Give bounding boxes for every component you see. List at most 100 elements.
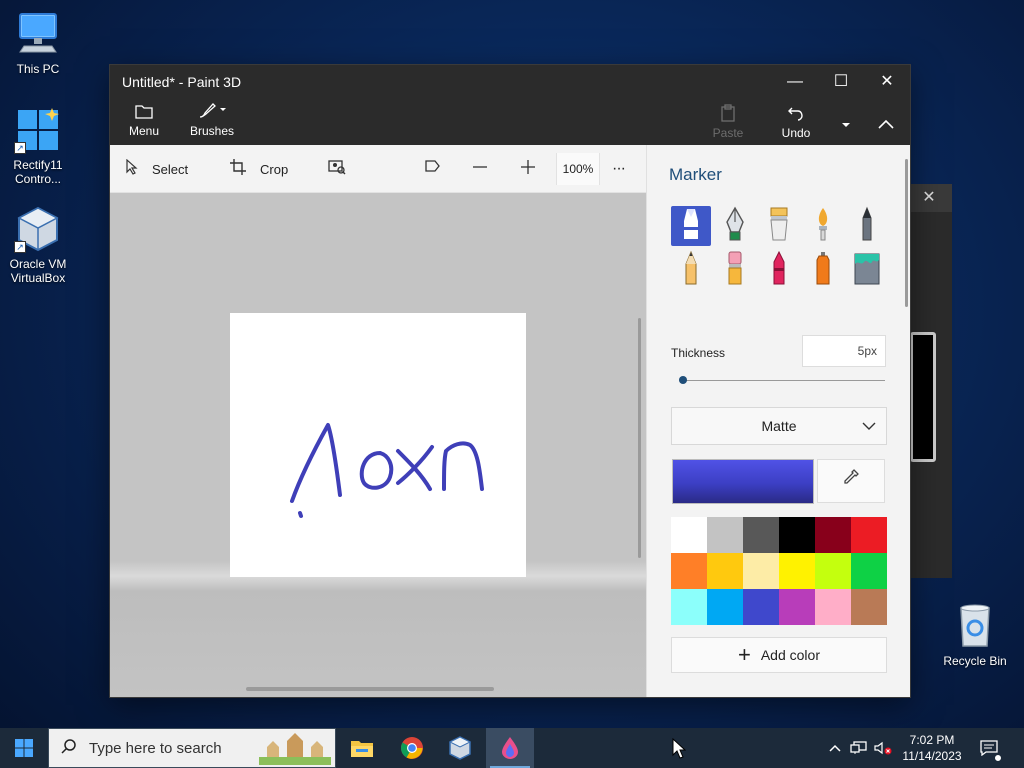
chrome-icon <box>401 737 423 759</box>
network-button[interactable] <box>848 728 870 768</box>
watercolor-icon <box>811 206 835 247</box>
canvas-area[interactable] <box>110 193 646 697</box>
chevron-down-icon <box>836 113 856 135</box>
color-swatch[interactable] <box>851 589 887 625</box>
watercolor-brush[interactable] <box>803 206 843 246</box>
oil-brush[interactable] <box>759 206 799 246</box>
color-swatch[interactable] <box>779 517 815 553</box>
color-swatch[interactable] <box>815 517 851 553</box>
show-hidden-icons-button[interactable] <box>826 728 844 768</box>
desktop-icon-this-pc[interactable]: This PC <box>0 10 76 76</box>
chevron-down-icon <box>862 408 876 444</box>
maximize-button[interactable]: ☐ <box>818 65 864 98</box>
undo-button[interactable]: Undo <box>778 104 814 140</box>
finish-dropdown[interactable]: Matte <box>671 407 887 445</box>
drawing-canvas[interactable] <box>230 313 526 577</box>
background-window[interactable]: ✕ <box>908 184 952 578</box>
title-bar[interactable]: Untitled* - Paint 3D — ☐ ✕ <box>110 65 910 98</box>
taskbar-paint3d[interactable] <box>486 728 534 768</box>
crop-icon <box>230 158 246 180</box>
taskbar-chrome[interactable] <box>388 728 436 768</box>
color-swatch[interactable] <box>851 517 887 553</box>
spray-can-icon <box>811 250 835 291</box>
panel-title: Marker <box>669 165 722 184</box>
vertical-scrollbar[interactable] <box>638 318 641 558</box>
color-swatch[interactable] <box>743 517 779 553</box>
zoom-out-button[interactable] <box>472 145 502 193</box>
search-highlight-icon <box>259 733 331 768</box>
pencil-brush[interactable] <box>671 250 711 290</box>
taskbar-clock[interactable]: 7:02 PM 11/14/2023 <box>894 732 970 764</box>
desktop-icon-label: Recycle Bin <box>943 654 1007 668</box>
menu-button[interactable]: Menu <box>128 102 160 138</box>
desktop-icon-label: Rectify11 Contro... <box>13 158 63 186</box>
collapse-ribbon-button[interactable] <box>874 113 898 135</box>
color-swatch[interactable] <box>743 589 779 625</box>
add-color-button[interactable]: + Add color <box>671 637 887 673</box>
start-button[interactable] <box>0 728 48 768</box>
color-swatch[interactable] <box>707 589 743 625</box>
pixel-pen-brush[interactable] <box>847 206 887 246</box>
flag-icon <box>424 159 440 180</box>
color-swatch[interactable] <box>779 553 815 589</box>
pixel-pen-icon <box>855 206 879 247</box>
desktop-icon-rectify11[interactable]: ↗ Rectify11 Contro... <box>0 106 76 186</box>
eraser-brush[interactable] <box>715 250 755 290</box>
minimize-button[interactable]: — <box>772 65 818 98</box>
desktop-icon-recycle-bin[interactable]: Recycle Bin <box>937 602 1013 668</box>
desktop-icon-virtualbox[interactable]: ↗ Oracle VM VirtualBox <box>0 205 76 285</box>
volume-muted-icon <box>874 741 892 755</box>
paste-button[interactable]: Paste <box>710 104 746 140</box>
magic-select-icon <box>328 159 346 180</box>
view-3d-button[interactable] <box>424 145 454 193</box>
color-swatch[interactable] <box>743 553 779 589</box>
color-swatch[interactable] <box>779 589 815 625</box>
zoom-in-button[interactable] <box>520 145 550 193</box>
color-swatch[interactable] <box>815 553 851 589</box>
crop-button[interactable]: Crop <box>230 145 288 193</box>
calligraphy-pen-brush[interactable] <box>715 206 755 246</box>
zoom-level[interactable]: 100% <box>556 153 600 185</box>
thickness-input[interactable]: 5px <box>802 335 886 367</box>
taskbar-file-explorer[interactable] <box>338 728 386 768</box>
virtualbox-icon: ↗ <box>14 205 62 253</box>
current-color-swatch[interactable] <box>672 459 814 504</box>
panel-scrollbar[interactable] <box>905 159 908 307</box>
thickness-slider-track[interactable] <box>681 380 885 381</box>
thickness-slider-thumb[interactable] <box>679 376 687 384</box>
window-title: Untitled* - Paint 3D <box>122 74 242 90</box>
close-button[interactable]: ✕ <box>864 65 910 98</box>
color-swatch[interactable] <box>671 589 707 625</box>
spray-can-brush[interactable] <box>803 250 843 290</box>
more-options-button[interactable]: ··· <box>612 145 626 193</box>
color-swatch[interactable] <box>851 553 887 589</box>
color-swatch[interactable] <box>671 517 707 553</box>
history-dropdown-button[interactable] <box>836 113 856 135</box>
finish-value: Matte <box>761 418 797 434</box>
color-swatch[interactable] <box>707 553 743 589</box>
color-swatch[interactable] <box>671 553 707 589</box>
select-button[interactable]: Select <box>126 145 188 193</box>
fill-bucket-brush[interactable] <box>847 250 887 290</box>
menu-label: Menu <box>128 124 160 138</box>
eyedropper-button[interactable] <box>817 459 885 503</box>
brushes-button[interactable]: Brushes <box>190 102 234 138</box>
notification-center-button[interactable] <box>974 728 1004 768</box>
handwriting-strokes <box>290 423 484 518</box>
volume-button[interactable] <box>872 728 894 768</box>
horizontal-scrollbar[interactable] <box>246 687 494 691</box>
desktop-icon-label: This PC <box>16 62 60 76</box>
marker-brush[interactable] <box>671 206 711 246</box>
canvas-toolbar: Select Crop 100% ··· <box>110 145 646 193</box>
taskbar-search-box[interactable]: Type here to search <box>48 728 336 768</box>
shortcut-arrow-icon: ↗ <box>14 241 26 253</box>
color-swatch[interactable] <box>815 589 851 625</box>
crayon-brush[interactable] <box>759 250 799 290</box>
taskbar-virtualbox[interactable] <box>436 728 484 768</box>
magic-select-button[interactable] <box>328 145 360 193</box>
mouse-cursor-icon <box>672 738 686 759</box>
calligraphy-pen-icon <box>723 206 747 247</box>
clock-time: 7:02 PM <box>909 733 955 747</box>
color-swatch[interactable] <box>707 517 743 553</box>
close-icon[interactable]: ✕ <box>914 186 944 210</box>
